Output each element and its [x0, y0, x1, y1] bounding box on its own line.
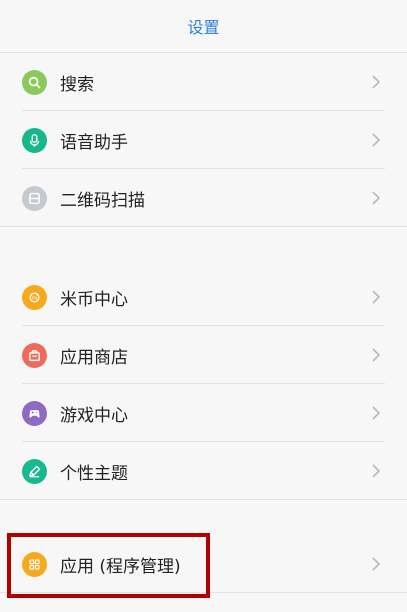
chevron-right-icon: [372, 464, 381, 478]
chevron-right-icon: [372, 191, 381, 205]
chevron-right-icon: [372, 75, 381, 89]
apps-grid-icon: [22, 551, 47, 577]
settings-item-label: 米币中心: [60, 289, 128, 310]
settings-item-themes[interactable]: 个性主题: [0, 442, 407, 500]
settings-page: 设置 搜索 语音助手 二维码扫描 mi 米币中心 应用商店 游戏中心 个性主题 …: [0, 0, 407, 612]
settings-item-mi-coin-center[interactable]: mi 米币中心: [0, 268, 407, 326]
chevron-right-icon: [372, 133, 381, 147]
shopping-bag-icon: [22, 342, 47, 368]
chevron-right-icon: [372, 290, 381, 304]
chevron-right-icon: [372, 557, 381, 571]
search-icon: [22, 69, 47, 95]
settings-item-game-center[interactable]: 游戏中心: [0, 384, 407, 442]
mi-coin-icon: mi: [22, 284, 47, 310]
brush-icon: [22, 458, 47, 484]
settings-group-2: mi 米币中心 应用商店 游戏中心 个性主题: [0, 268, 407, 500]
microphone-icon: [22, 127, 47, 153]
settings-group-3: 应用 (程序管理): [0, 535, 407, 593]
settings-item-label: 个性主题: [60, 463, 128, 484]
scanner-icon: [22, 185, 47, 211]
settings-group-1: 搜索 语音助手 二维码扫描: [0, 53, 407, 227]
settings-item-qr-scan[interactable]: 二维码扫描: [0, 169, 407, 227]
page-title: 设置: [187, 18, 220, 37]
chevron-right-icon: [372, 348, 381, 362]
settings-item-label: 应用 (程序管理): [60, 556, 181, 577]
header: 设置: [0, 0, 407, 53]
settings-item-apps[interactable]: 应用 (程序管理): [0, 535, 407, 593]
settings-item-label: 语音助手: [60, 132, 128, 153]
settings-item-search[interactable]: 搜索: [0, 53, 407, 111]
settings-item-app-store[interactable]: 应用商店: [0, 326, 407, 384]
settings-item-voice-assistant[interactable]: 语音助手: [0, 111, 407, 169]
svg-text:mi: mi: [32, 295, 38, 301]
chevron-right-icon: [372, 406, 381, 420]
settings-item-label: 二维码扫描: [60, 190, 145, 211]
gamepad-icon: [22, 400, 47, 426]
settings-item-label: 应用商店: [60, 347, 128, 368]
settings-item-label: 游戏中心: [60, 405, 128, 426]
settings-item-label: 搜索: [60, 74, 94, 95]
